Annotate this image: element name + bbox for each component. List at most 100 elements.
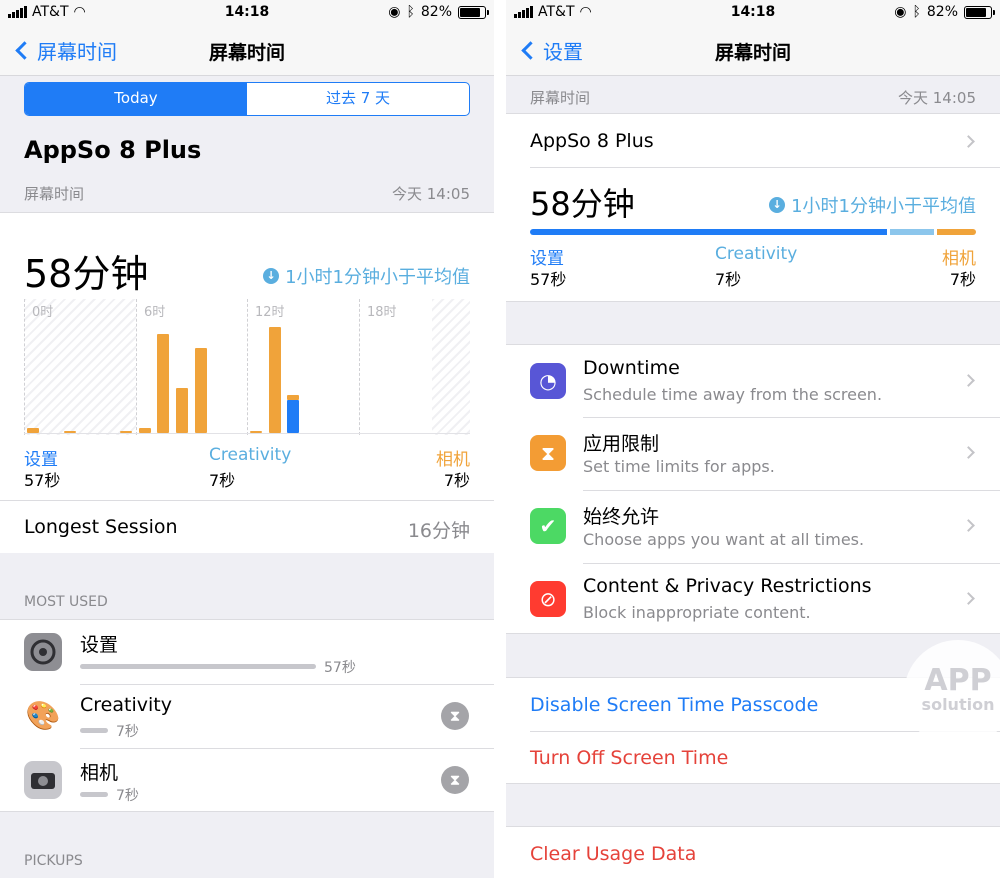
bar-layer <box>24 299 470 434</box>
menu-item-downtime[interactable]: ◔ Downtime Schedule time away from the s… <box>506 345 1000 418</box>
right-screen: AT&T ◠ 14:18 ◉ ᛒ 82% 设置 屏幕时间 屏幕时间 今天 14:… <box>506 0 1000 878</box>
usage-bar <box>80 664 316 669</box>
total-time: 58分钟 <box>24 252 149 296</box>
period-segmented-control[interactable]: Today 过去 7 天 <box>24 82 470 116</box>
section-label: 屏幕时间 <box>24 185 85 203</box>
chart-bar-camera <box>250 430 263 433</box>
menu-subtitle: Choose apps you want at all times. <box>583 530 865 549</box>
bluetooth-icon: ᛒ <box>912 4 921 20</box>
usage-bar <box>80 792 108 797</box>
legend-creativity-time: 7秒 <box>209 471 236 490</box>
app-time: 7秒 <box>116 724 139 740</box>
device-name: AppSo 8 Plus <box>530 130 654 152</box>
divider <box>0 500 494 501</box>
section-label: 屏幕时间 <box>530 89 591 107</box>
battery-icon <box>964 5 995 19</box>
list-item-camera[interactable]: 相机 7秒 ⧗ <box>0 748 494 812</box>
downtime-moon-icon: ◔ <box>530 363 566 399</box>
orientation-lock-icon: ◉ <box>894 4 907 20</box>
app-time: 7秒 <box>116 788 139 804</box>
average-note: ↓ 1小时1分钟小于平均值 <box>769 192 976 218</box>
usage-card: 58分钟 ↓ 1小时1分钟小于平均值 0时 6时 12时 18时 设置 57秒 … <box>0 212 494 553</box>
legend-settings-time: 57秒 <box>530 270 567 289</box>
chart-bar-camera <box>194 348 207 433</box>
menu-subtitle: Block inappropriate content. <box>583 603 811 622</box>
pickups-header: PICKUPS <box>24 853 83 869</box>
clear-group: Clear Usage Data <box>506 826 1000 878</box>
summary-card: AppSo 8 Plus 58分钟 ↓ 1小时1分钟小于平均值 设置 57秒 C… <box>506 113 1000 302</box>
watermark-bottom: solution <box>921 695 995 714</box>
divider <box>530 167 1000 168</box>
legend-creativity-name: Creativity <box>715 244 798 264</box>
nav-title: 屏幕时间 <box>714 42 791 64</box>
most-used-list: 设置 57秒 🎨 Creativity 7秒 ⧗ 相机 7秒 ⧗ <box>0 619 494 812</box>
turn-off-screen-time-button[interactable]: Turn Off Screen Time <box>530 747 728 769</box>
app-name: 设置 <box>80 634 119 656</box>
total-time: 58分钟 <box>530 185 635 223</box>
app-name: Creativity <box>80 694 172 716</box>
average-note: ↓ 1小时1分钟小于平均值 <box>263 263 470 289</box>
legend-creativity-name: Creativity <box>209 445 292 465</box>
legend-camera-time: 7秒 <box>949 270 976 289</box>
menu-item-content-privacy[interactable]: ⊘ Content & Privacy Restrictions Block i… <box>506 563 1000 635</box>
battery-percent: 82% <box>926 4 958 20</box>
hourglass-icon: ⧗ <box>530 435 566 471</box>
bar-segment-settings <box>530 229 887 235</box>
device-row[interactable]: AppSo 8 Plus <box>506 114 1000 167</box>
menu-item-always-allowed[interactable]: ✔ 始终允许 Choose apps you want at all times… <box>506 490 1000 564</box>
category-stacked-bar <box>530 229 976 235</box>
legend-settings-time: 57秒 <box>24 471 61 490</box>
chevron-right-icon <box>962 135 975 148</box>
average-note-text: 1小时1分钟小于平均值 <box>285 267 470 288</box>
segment-last-7-days[interactable]: 过去 7 天 <box>247 83 469 115</box>
status-bar: AT&T ◠ 14:18 ◉ ᛒ 82% <box>0 0 494 26</box>
camera-icon <box>24 761 62 799</box>
timestamp: 今天 14:05 <box>392 185 470 203</box>
menu-title: Downtime <box>583 357 680 379</box>
arrow-down-circle-icon: ↓ <box>263 268 280 284</box>
legend-creativity-time: 7秒 <box>715 270 742 289</box>
battery-icon <box>458 5 489 19</box>
chart-bar-camera <box>64 430 77 433</box>
app-limit-hourglass-icon[interactable]: ⧗ <box>441 766 469 794</box>
chart-bar-camera <box>287 395 300 400</box>
menu-subtitle: Schedule time away from the screen. <box>583 385 883 404</box>
menu-title: 应用限制 <box>583 433 660 455</box>
list-item-creativity[interactable]: 🎨 Creativity 7秒 ⧗ <box>0 684 494 749</box>
app-limit-hourglass-icon[interactable]: ⧗ <box>441 702 469 730</box>
battery-percent: 82% <box>420 4 452 20</box>
list-item-settings[interactable]: 设置 57秒 <box>0 620 494 685</box>
longest-session-value: 16分钟 <box>407 520 470 542</box>
left-screen: AT&T ◠ 14:18 ◉ ᛒ 82% 屏幕时间 屏幕时间 Today 过去 … <box>0 0 494 878</box>
no-entry-icon: ⊘ <box>530 581 566 617</box>
palette-icon: 🎨 <box>24 697 62 735</box>
clear-usage-data-button[interactable]: Clear Usage Data <box>530 843 696 865</box>
bluetooth-icon: ᛒ <box>406 4 415 20</box>
app-time: 57秒 <box>324 660 356 676</box>
nav-title: 屏幕时间 <box>208 42 285 64</box>
segment-today[interactable]: Today <box>25 83 247 115</box>
settings-gear-icon <box>24 633 62 671</box>
bar-segment-creativity <box>890 229 934 235</box>
hourly-chart: 0时 6时 12时 18时 <box>24 299 470 435</box>
bar-segment-camera <box>937 229 976 235</box>
chevron-right-icon <box>962 446 975 459</box>
nav-bar: 屏幕时间 屏幕时间 <box>0 26 494 76</box>
chart-bar-camera <box>157 333 170 433</box>
divider-gutter <box>494 0 506 878</box>
menu-title: 始终允许 <box>583 506 660 528</box>
legend-camera-time: 7秒 <box>443 471 470 490</box>
menu-item-app-limits[interactable]: ⧗ 应用限制 Set time limits for apps. <box>506 417 1000 491</box>
longest-session-label: Longest Session <box>24 516 178 538</box>
chart-bar-camera <box>27 428 40 433</box>
menu-subtitle: Set time limits for apps. <box>583 457 775 476</box>
watermark-top: APP <box>924 663 992 698</box>
menu-title: Content & Privacy Restrictions <box>583 575 872 597</box>
average-note-text: 1小时1分钟小于平均值 <box>791 196 976 217</box>
chevron-right-icon <box>962 374 975 387</box>
chart-bar-camera <box>268 326 281 433</box>
chevron-right-icon <box>962 592 975 605</box>
disable-passcode-button[interactable]: Disable Screen Time Passcode <box>530 694 818 716</box>
chart-bar-camera <box>120 430 133 433</box>
timestamp: 今天 14:05 <box>898 89 976 107</box>
